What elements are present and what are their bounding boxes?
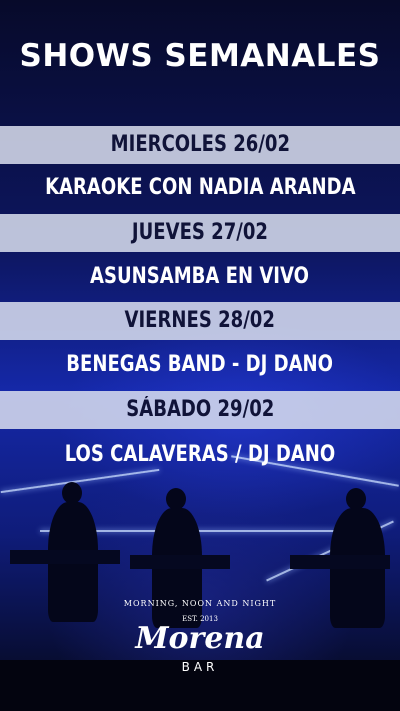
day-label: JUEVES 27/02 [131,220,269,245]
show-band: ASUNSAMBA EN VIVO [0,258,400,296]
show-label: ASUNSAMBA EN VIVO [90,264,310,289]
person-head [166,488,186,510]
page-title: SHOWS SEMANALES [19,38,381,74]
show-label: LOS CALAVERAS / DJ DANO [64,442,336,467]
show-band: KARAOKE CON NADIA ARANDA [0,169,400,207]
day-band: VIERNES 28/02 [0,302,400,340]
day-label: MIERCOLES 26/02 [110,132,290,157]
logo-tagline: MORNING, NOON AND NIGHT [123,599,277,608]
show-band: LOS CALAVERAS / DJ DANO [0,436,400,474]
show-label: KARAOKE CON NADIA ARANDA [44,175,356,200]
day-band: MIERCOLES 26/02 [0,126,400,164]
show-band: BENEGAS BAND - DJ DANO [0,346,400,384]
dj-desk [130,555,230,569]
logo-sub: BAR [181,660,219,674]
dj-desk [10,550,120,564]
person-head [62,482,82,504]
day-label: VIERNES 28/02 [124,308,276,333]
day-band: SÁBADO 29/02 [0,391,400,429]
poster: SHOWS SEMANALES MIERCOLES 26/02 KARAOKE … [0,0,400,711]
show-label: BENEGAS BAND - DJ DANO [66,352,334,377]
day-label: SÁBADO 29/02 [125,397,275,422]
brand-logo: MORNING, NOON AND NIGHT EST. 2013 Morena… [100,585,300,680]
logo-name: Morena [135,621,265,656]
dj-desk [290,555,390,569]
person-head [346,488,366,510]
day-band: JUEVES 27/02 [0,214,400,252]
